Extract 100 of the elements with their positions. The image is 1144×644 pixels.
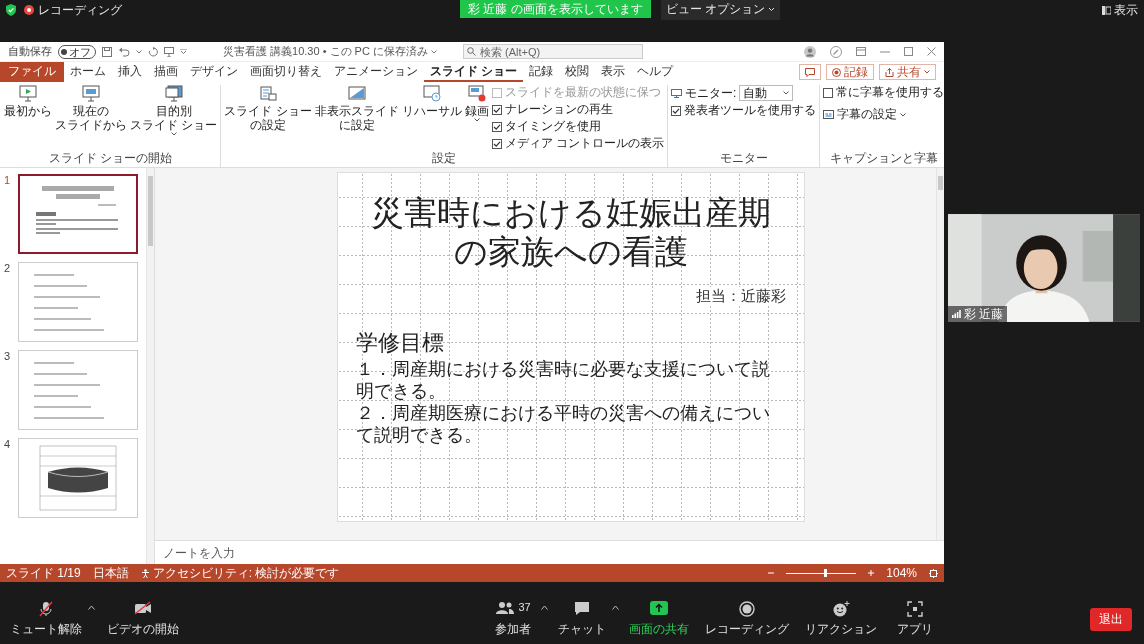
checkbox-label: スライドを最新の状態に保つ [504,85,661,100]
view-options-button[interactable]: ビュー オプション [660,0,780,20]
checkbox[interactable] [491,104,502,115]
slide-canvas[interactable]: 災害時における妊娠出産期 の家族への看護 担当：近藤彩 学修目標 １．周産期における災害時に必要な支援について説明できる。 ２．周産期医療における平時の災害への備えについて説明できる。 [336,172,805,522]
maximize-icon[interactable] [904,47,913,56]
ribbon-tab[interactable]: 画面切り替え [244,62,328,82]
presenter-icon[interactable] [164,46,174,57]
slide-number: 4 [4,438,12,452]
leave-button[interactable]: 退出 [1090,607,1132,631]
share-button[interactable]: 共有 [879,64,936,80]
search-field[interactable]: 検索 (Alt+Q) [462,44,643,59]
slideshow-icon [259,85,277,102]
monitor-label: モニター: [685,85,737,101]
caret-icon [924,70,930,74]
caret-icon[interactable] [136,49,142,54]
close-icon[interactable] [927,47,936,56]
ribbon-group-label: モニター [718,151,769,167]
ribbon-group-label: 設定 [431,151,458,167]
slide-thumbnail[interactable] [18,174,138,254]
shield-icon [6,4,16,16]
ribbon-tab[interactable]: 表示 [595,62,632,82]
comments-button[interactable] [799,64,821,80]
ribbon-tab[interactable]: ホーム [64,62,112,82]
accessibility-button[interactable]: アクセシビリティ: 検討が必要です [140,564,340,582]
share-screen-icon [650,600,668,615]
caret-icon[interactable] [612,604,619,610]
accessibility-icon [140,568,150,578]
participant-name: 彩 近藤 [964,307,1004,321]
checkbox[interactable] [671,105,682,116]
slide-heading: 学修目標 [355,329,445,357]
checkbox[interactable] [491,138,502,149]
signal-icon [952,310,961,318]
scrollbar[interactable] [936,168,944,540]
monitor-icon [671,88,683,98]
record-icon [739,600,755,617]
toolbar-button[interactable]: 画面の共有 [623,596,695,642]
record-button[interactable]: 記録 [826,64,874,80]
slideshow-icon [347,85,366,102]
autosave-label: 自動保存 [8,44,52,59]
caret-icon[interactable] [88,604,95,610]
document-title[interactable]: 災害看護 講義10.30 • この PC に保存済み [223,44,437,59]
checkbox-label: タイミングを使用 [504,119,601,134]
slideshow-icon [164,85,183,102]
ribbon-tab[interactable]: 校閲 [559,62,596,82]
objective-text: １．周産期における災害時に必要な支援について説明できる。 [355,358,771,402]
view-icon [1102,5,1111,15]
customize-icon[interactable] [180,49,187,54]
camera-off-icon [134,600,152,615]
caret-icon [768,6,775,12]
ribbon-tab[interactable]: ファイル [0,62,64,82]
record-icon [832,67,841,77]
language-label: 日本語 [92,566,129,580]
fit-slide-icon[interactable] [929,568,938,578]
toolbar-button[interactable]: アプリ [887,596,943,642]
ribbon-tab[interactable]: 描画 [148,62,184,82]
zoom-level[interactable]: 104% [886,566,917,580]
checkbox[interactable] [491,121,502,132]
caret-icon [783,91,790,95]
ribbon-tab[interactable]: 記録 [523,62,560,82]
toolbar-button[interactable]: リアクション [799,596,883,642]
redo-icon[interactable] [148,46,158,57]
scrollbar[interactable] [146,168,154,564]
checkbox-label: メディア コントロールの表示 [504,136,665,151]
ribbon-button[interactable]: 目的別 スライド ショー [129,85,219,138]
slideshow-icon [467,85,486,102]
presenter-name: 担当：近藤彩 [695,287,786,306]
slide-number: 2 [4,262,12,276]
ribbon-button[interactable]: 最初から [3,85,53,118]
zoom-out-icon[interactable] [768,570,775,576]
slideshow-icon [19,85,37,102]
ribbon-tab[interactable]: デザイン [184,62,244,82]
ribbon-button[interactable]: 非表示スライド に設定 [313,85,400,132]
toolbar-button[interactable]: ビデオの開始 [101,596,185,642]
ribbon-button[interactable]: リハーサル [400,85,463,118]
ribbon-button[interactable]: 現在の スライドから [54,85,128,132]
checkbox-label: 発表者ツールを使用する [684,103,817,118]
zoom-in-icon[interactable] [868,570,875,576]
ribbon-tab[interactable]: アニメーション [328,62,424,82]
save-icon[interactable] [102,46,112,57]
ribbon-display-icon[interactable] [856,47,866,56]
toolbar-button[interactable]: レコーディング [699,596,795,642]
toolbar-button[interactable]: チャット [552,596,612,642]
toolbar-button[interactable]: 37 参加者 [485,596,541,642]
slide-title: 災害時における妊娠出産期 の家族への看護 [369,193,772,271]
caption-settings-button[interactable]: 字幕の設定 [823,106,944,123]
caret-icon[interactable] [541,604,548,610]
undo-icon[interactable] [118,46,130,57]
monitor-dropdown[interactable]: 自動 [739,85,794,101]
ribbon-button[interactable]: スライド ショー の設定 [223,85,313,132]
slideshow-icon [82,85,100,102]
checkbox[interactable] [823,87,834,98]
checkbox-label: ナレーションの再生 [504,102,613,117]
ribbon-tab[interactable]: ヘルプ [631,62,680,82]
share-banner: 彩 近藤 の画面を表示しています [460,0,651,18]
user-avatar-icon[interactable] [804,45,816,58]
view-button[interactable]: 表示 [1102,1,1138,19]
ribbon-tab[interactable]: 挿入 [112,62,148,82]
recording-label: レコーディング [38,1,122,19]
toolbar-button[interactable]: ミュート解除 [4,596,88,642]
ribbon-button[interactable]: 録画 [463,85,490,124]
